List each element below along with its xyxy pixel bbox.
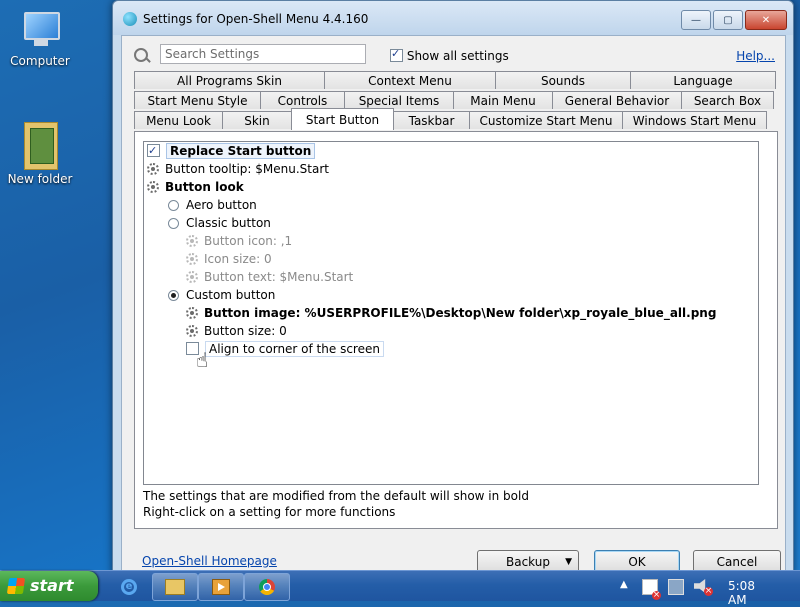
custom-button-label: Custom button <box>186 288 276 302</box>
gear-icon <box>147 163 159 175</box>
desktop-icon-new-folder[interactable]: New folder <box>0 122 80 186</box>
tab-controls[interactable]: Controls <box>260 91 345 109</box>
checkbox-checked-icon <box>390 47 403 62</box>
title-bar[interactable]: Settings for Open-Shell Menu 4.4.160 — ▢… <box>113 1 793 35</box>
show-hidden-icons-icon[interactable]: ▲ <box>620 579 628 590</box>
search-input[interactable] <box>160 44 366 64</box>
help-link[interactable]: Help... <box>736 49 775 63</box>
classic-button-label: Classic button <box>186 216 271 230</box>
tab-customize-start-menu[interactable]: Customize Start Menu <box>469 111 623 129</box>
hand-cursor-icon: ☝ <box>196 348 209 372</box>
tab-row-2: Start Menu Style Controls Special Items … <box>134 91 774 110</box>
right-click-note: Right-click on a setting for more functi… <box>143 505 396 519</box>
button-tooltip-item[interactable]: Button tooltip: $Menu.Start <box>147 161 329 178</box>
button-size-item[interactable]: Button size: 0 <box>186 323 287 340</box>
tab-row-3: Menu Look Skin Start Button Taskbar Cust… <box>134 108 767 130</box>
action-center-flag-icon[interactable] <box>642 579 661 600</box>
tab-windows-start-menu[interactable]: Windows Start Menu <box>622 111 767 129</box>
classic-button-radio[interactable]: Classic button <box>168 215 271 232</box>
computer-icon <box>20 10 60 50</box>
settings-client-area: Show all settings Help... All Programs S… <box>121 35 786 574</box>
show-all-settings-label: Show all settings <box>406 49 509 63</box>
gear-icon <box>186 235 198 247</box>
caption-buttons: — ▢ ✕ <box>681 10 787 30</box>
desktop-icon-label: New folder <box>7 172 73 186</box>
window-title: Settings for Open-Shell Menu 4.4.160 <box>143 12 369 26</box>
backup-button-label: Backup <box>506 555 550 569</box>
tab-all-programs-skin[interactable]: All Programs Skin <box>134 71 325 89</box>
tab-menu-look[interactable]: Menu Look <box>134 111 223 129</box>
align-corner-label: Align to corner of the screen <box>205 341 384 357</box>
folder-icon <box>165 579 185 595</box>
icon-size-label: Icon size: 0 <box>204 252 272 266</box>
tab-sounds[interactable]: Sounds <box>495 71 631 89</box>
align-corner-item[interactable]: Align to corner of the screen <box>186 341 384 358</box>
folder-icon <box>24 122 58 170</box>
button-size-label: Button size: 0 <box>204 324 287 338</box>
radio-selected-icon <box>168 290 179 301</box>
button-look-label: Button look <box>165 180 244 194</box>
search-icon <box>134 48 148 62</box>
button-tooltip-label: Button tooltip: $Menu.Start <box>165 162 329 176</box>
windows-logo-icon <box>6 578 26 594</box>
network-icon[interactable] <box>668 579 684 595</box>
taskbar-media-player[interactable] <box>198 573 244 601</box>
taskbar-internet-explorer[interactable]: e <box>106 573 152 601</box>
media-player-icon <box>212 579 230 595</box>
icon-size-item[interactable]: Icon size: 0 <box>186 251 272 268</box>
replace-start-button-item[interactable]: Replace Start button <box>147 142 316 160</box>
tab-language[interactable]: Language <box>630 71 776 89</box>
tab-search-box[interactable]: Search Box <box>681 91 774 109</box>
radio-icon <box>168 218 179 229</box>
button-text-label: Button text: $Menu.Start <box>204 270 354 284</box>
radio-icon <box>168 200 179 211</box>
start-button[interactable]: start <box>0 571 98 601</box>
button-icon-item[interactable]: Button icon: ,1 <box>186 233 292 250</box>
show-all-settings-checkbox[interactable]: Show all settings <box>390 47 509 63</box>
settings-tree[interactable]: Replace Start button Button tooltip: $Me… <box>143 141 759 485</box>
desktop-icon-computer[interactable]: Computer <box>0 10 80 68</box>
close-button[interactable]: ✕ <box>745 10 787 30</box>
gear-icon <box>186 271 198 283</box>
gear-icon <box>186 307 198 319</box>
tab-row-1: All Programs Skin Context Menu Sounds La… <box>134 71 776 90</box>
gear-icon <box>186 253 198 265</box>
open-shell-icon <box>123 12 137 26</box>
gear-icon <box>147 181 159 193</box>
replace-start-button-label: Replace Start button <box>166 143 316 159</box>
checkbox-checked-icon <box>147 142 160 159</box>
start-button-tab-panel: Replace Start button Button tooltip: $Me… <box>134 131 778 529</box>
taskbar-file-explorer[interactable] <box>152 573 198 601</box>
button-text-item[interactable]: Button text: $Menu.Start <box>186 269 353 286</box>
button-image-label: Button image: %USERPROFILE%\Desktop\New … <box>204 306 717 320</box>
tab-main-menu[interactable]: Main Menu <box>453 91 553 109</box>
tab-context-menu[interactable]: Context Menu <box>324 71 496 89</box>
aero-button-radio[interactable]: Aero button <box>168 197 257 214</box>
minimize-button[interactable]: — <box>681 10 711 30</box>
tab-general-behavior[interactable]: General Behavior <box>552 91 682 109</box>
button-look-item[interactable]: Button look <box>147 179 244 196</box>
muted-badge-icon: × <box>704 586 713 596</box>
tab-special-items[interactable]: Special Items <box>344 91 454 109</box>
start-button-label: start <box>30 576 74 595</box>
desktop-icon-label: Computer <box>10 54 70 68</box>
taskbar-chrome[interactable] <box>244 573 290 601</box>
button-image-item[interactable]: Button image: %USERPROFILE%\Desktop\New … <box>186 305 716 322</box>
tab-start-button[interactable]: Start Button <box>291 108 394 130</box>
tab-start-menu-style[interactable]: Start Menu Style <box>134 91 261 109</box>
tab-taskbar[interactable]: Taskbar <box>393 111 470 129</box>
chrome-icon <box>259 579 275 595</box>
taskbar: start e ▲ × 5:08 AM <box>0 570 800 607</box>
maximize-button[interactable]: ▢ <box>713 10 743 30</box>
clock[interactable]: 5:08 AM <box>728 579 755 607</box>
button-icon-label: Button icon: ,1 <box>204 234 293 248</box>
tab-skin[interactable]: Skin <box>222 111 292 129</box>
gear-icon <box>186 325 198 337</box>
settings-window: Settings for Open-Shell Menu 4.4.160 — ▢… <box>112 0 794 575</box>
custom-button-radio[interactable]: Custom button <box>168 287 275 304</box>
aero-button-label: Aero button <box>186 198 257 212</box>
internet-explorer-icon: e <box>121 579 137 595</box>
bold-settings-note: The settings that are modified from the … <box>143 489 529 503</box>
open-shell-homepage-link[interactable]: Open-Shell Homepage <box>142 554 277 568</box>
